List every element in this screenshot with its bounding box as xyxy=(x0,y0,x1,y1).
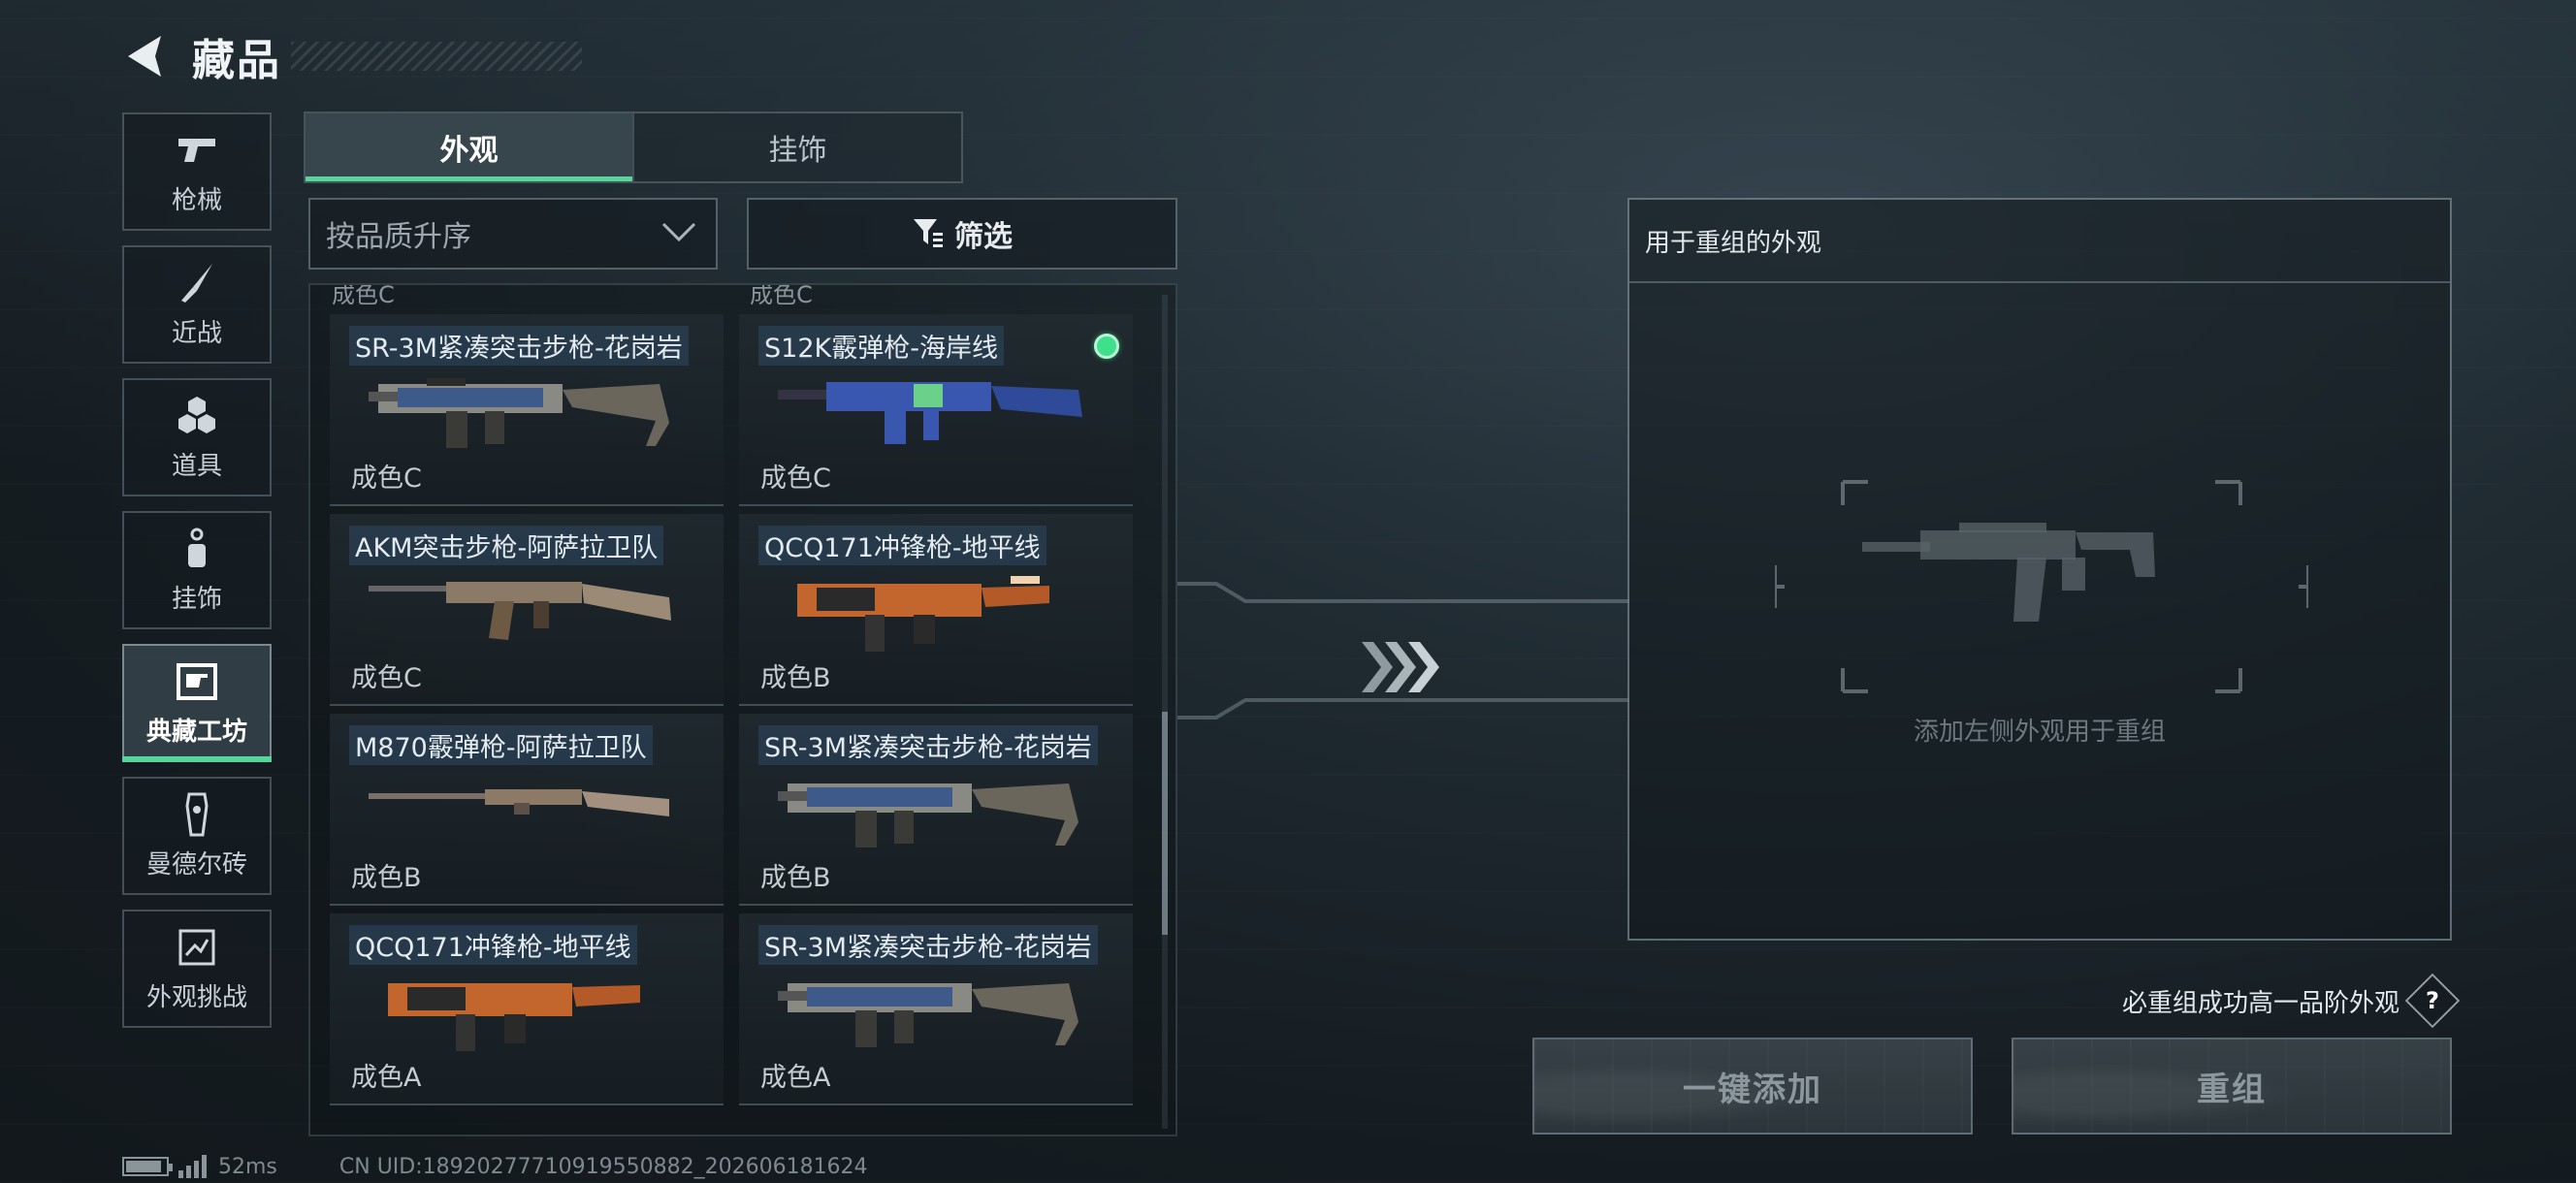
gun-image xyxy=(388,983,640,1051)
gun-image xyxy=(369,378,669,448)
item-name: M870霰弹枪-阿萨拉卫队 xyxy=(349,725,653,765)
list-row-partial: 成色C 成色C xyxy=(310,285,1152,314)
panel-title: 用于重组的外观 xyxy=(1645,228,1822,258)
skin-card[interactable]: SR-3M紧凑突击步枪-花岗岩 成色C xyxy=(330,314,724,506)
battery-icon xyxy=(122,1157,173,1176)
page-title: 藏品 xyxy=(192,36,281,85)
gun-image xyxy=(369,789,669,816)
content-tabs: 外观 挂饰 xyxy=(304,112,963,183)
item-name: S12K霰弹枪-海岸线 xyxy=(758,326,1004,366)
sidebar-item-label: 近战 xyxy=(171,318,222,348)
tab-skins[interactable]: 外观 xyxy=(306,113,632,181)
item-quality: 成色A xyxy=(760,1063,831,1093)
item-quality: 成色B xyxy=(760,663,831,693)
sidebar-item-label: 典藏工坊 xyxy=(145,717,247,747)
guarantee-text: 必重组成功高一品阶外观 xyxy=(2121,988,2399,1018)
item-name: SR-3M紧凑突击步枪-花岗岩 xyxy=(349,326,689,366)
recombine-panel: 用于重组的外观 添加左侧外观用于重组 xyxy=(1627,198,2452,941)
skin-grid: 成色C 成色C SR-3M紧凑突击步枪-花岗岩 成色C S12K霰弹枪-海岸线 xyxy=(310,285,1152,1135)
item-name: SR-3M紧凑突击步枪-花岗岩 xyxy=(758,725,1098,765)
skin-card[interactable]: SR-3M紧凑突击步枪-花岗岩 成色A xyxy=(739,913,1133,1105)
skin-card[interactable]: SR-3M紧凑突击步枪-花岗岩 成色B xyxy=(739,714,1133,906)
recombine-label: 重组 xyxy=(2197,1070,2267,1109)
sidebar-item-mandel-brick[interactable]: 曼德尔砖 xyxy=(122,777,272,895)
signal-icon xyxy=(178,1155,207,1178)
ping-value: 52ms xyxy=(218,1154,277,1179)
item-quality: 成色A xyxy=(351,1063,422,1093)
item-quality: 成色C xyxy=(351,663,422,693)
skin-card[interactable]: QCQ171冲锋枪-地平线 成色B xyxy=(739,514,1133,706)
item-name: QCQ171冲锋枪-地平线 xyxy=(758,526,1046,565)
list-row: SR-3M紧凑突击步枪-花岗岩 成色C S12K霰弹枪-海岸线 成色C xyxy=(310,314,1152,506)
sidebar-item-label: 枪械 xyxy=(171,185,222,215)
page-header: 藏品 xyxy=(122,27,582,85)
skin-list: 成色C 成色C SR-3M紧凑突击步枪-花岗岩 成色C S12K霰弹枪-海岸线 xyxy=(308,283,1177,1136)
challenge-icon xyxy=(174,925,220,970)
knife-icon xyxy=(174,261,220,305)
chevron-down-icon xyxy=(660,220,698,247)
gun-image xyxy=(778,382,1082,444)
status-bar: 52ms CN UID:18920277710919550882_2026061… xyxy=(122,1154,868,1179)
back-arrow-icon[interactable] xyxy=(122,31,167,81)
sidebar-item-label: 外观挑战 xyxy=(145,982,247,1012)
sidebar-item-label: 曼德尔砖 xyxy=(145,849,247,879)
tab-charms[interactable]: 挂饰 xyxy=(632,113,961,181)
pistol-icon xyxy=(174,128,220,173)
brick-icon xyxy=(174,792,220,837)
item-name: AKM突击步枪-阿萨拉卫队 xyxy=(349,526,664,565)
item-name: QCQ171冲锋枪-地平线 xyxy=(349,925,637,965)
skin-card[interactable]: M870霰弹枪-阿萨拉卫队 成色B xyxy=(330,714,724,906)
item-quality: 成色C xyxy=(332,285,395,308)
sidebar-item-skin-challenge[interactable]: 外观挑战 xyxy=(122,910,272,1028)
title-decoration xyxy=(291,42,582,71)
hex-cluster-icon xyxy=(174,394,220,438)
charm-icon xyxy=(174,527,220,571)
skin-card[interactable]: AKM突击步枪-阿萨拉卫队 成色C xyxy=(330,514,724,706)
help-icon[interactable]: ? xyxy=(2404,973,2461,1029)
rifle-silhouette-icon[interactable] xyxy=(1775,476,2308,697)
item-quality: 成色B xyxy=(760,863,831,893)
item-quality: 成色C xyxy=(760,464,831,494)
arrow-chevrons-icon xyxy=(1362,642,1439,692)
sidebar-item-label: 道具 xyxy=(171,451,222,481)
sidebar-item-props[interactable]: 道具 xyxy=(122,378,272,496)
sidebar-item-label: 挂饰 xyxy=(171,584,222,614)
item-quality: 成色C xyxy=(750,285,813,308)
panel-header: 用于重组的外观 xyxy=(1629,200,2450,283)
selected-indicator-icon xyxy=(1094,334,1119,359)
add-all-button[interactable]: 一键添加 xyxy=(1532,1038,1973,1135)
item-quality: 成色B xyxy=(351,863,422,893)
recombine-button[interactable]: 重组 xyxy=(2012,1038,2452,1135)
sidebar-item-workshop[interactable]: 典藏工坊 xyxy=(122,644,272,762)
gun-image xyxy=(369,582,671,640)
workshop-icon xyxy=(174,659,220,704)
skin-card[interactable]: QCQ171冲锋枪-地平线 成色A xyxy=(330,913,724,1105)
filter-icon xyxy=(912,215,945,252)
filter-button[interactable]: 筛选 xyxy=(747,198,1177,270)
guarantee-note: 必重组成功高一品阶外观 ? xyxy=(2121,973,2461,1029)
list-scrollbar[interactable] xyxy=(1162,295,1168,1129)
add-all-label: 一键添加 xyxy=(1683,1070,1822,1109)
list-row: QCQ171冲锋枪-地平线 成色A SR-3M紧凑突击步枪-花岗岩 成色A xyxy=(310,913,1152,1105)
user-uid: CN UID:18920277710919550882_202606181624 xyxy=(338,1154,868,1179)
sort-value: 按品质升序 xyxy=(326,220,471,254)
item-quality: 成色C xyxy=(351,464,422,494)
gun-image xyxy=(778,983,1079,1047)
filter-label: 筛选 xyxy=(954,220,1013,254)
list-row: AKM突击步枪-阿萨拉卫队 成色C QCQ171冲锋枪-地平线 成色B xyxy=(310,514,1152,706)
sidebar-item-melee[interactable]: 近战 xyxy=(122,245,272,364)
skin-card[interactable]: S12K霰弹枪-海岸线 成色C xyxy=(739,314,1133,506)
gun-image xyxy=(797,576,1049,652)
sidebar-item-guns[interactable]: 枪械 xyxy=(122,112,272,231)
list-row: M870霰弹枪-阿萨拉卫队 成色B SR-3M紧凑突击步枪-花岗岩 成色B xyxy=(310,714,1152,906)
sidebar-item-charms[interactable]: 挂饰 xyxy=(122,511,272,629)
drop-hint: 添加左侧外观用于重组 xyxy=(1913,718,2166,747)
item-name: SR-3M紧凑突击步枪-花岗岩 xyxy=(758,925,1098,965)
category-sidebar: 枪械 近战 道具 挂饰 典藏工坊 曼德尔砖 外观挑战 xyxy=(122,112,272,1042)
scrollbar-thumb[interactable] xyxy=(1162,712,1168,935)
sort-dropdown[interactable]: 按品质升序 xyxy=(308,198,718,270)
gun-image xyxy=(778,783,1079,847)
